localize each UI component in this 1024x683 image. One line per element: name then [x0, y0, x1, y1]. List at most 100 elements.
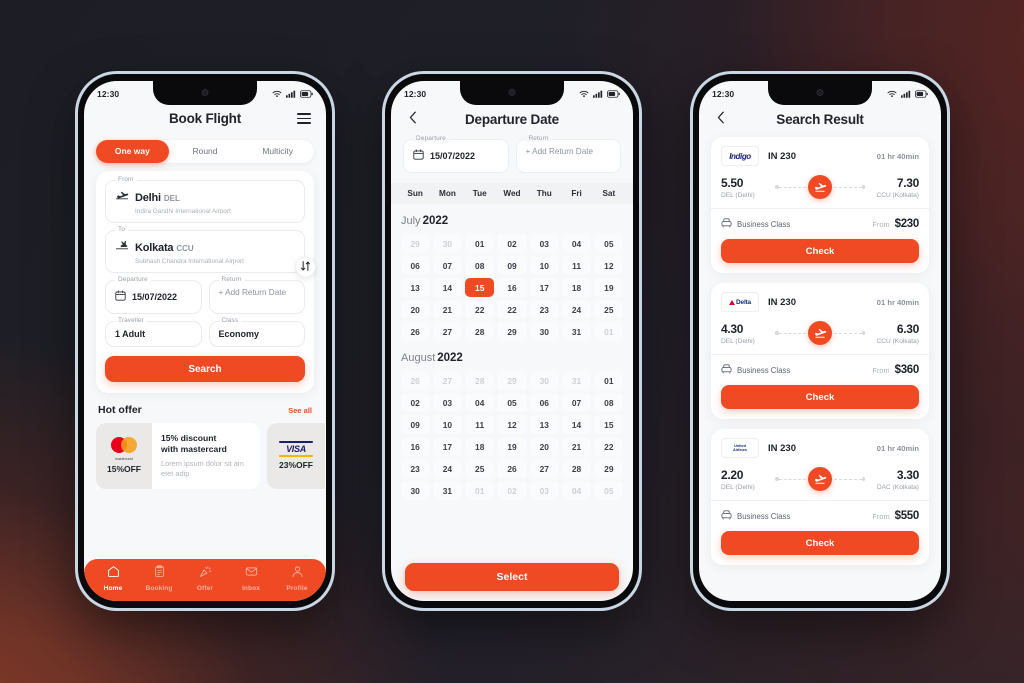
calendar-day[interactable]: 17 [529, 278, 559, 297]
calendar-day[interactable]: 29 [497, 371, 527, 390]
calendar-day[interactable]: 10 [529, 256, 559, 275]
calendar-day[interactable]: 26 [400, 371, 430, 390]
calendar-day[interactable]: 12 [497, 415, 527, 434]
calendar-day[interactable]: 30 [432, 234, 463, 253]
calendar-day[interactable]: 03 [529, 234, 559, 253]
calendar-day[interactable]: 05 [497, 393, 527, 412]
calendar-day[interactable]: 30 [529, 322, 559, 341]
calendar-day[interactable]: 07 [561, 393, 592, 412]
hamburger-icon[interactable] [297, 113, 311, 124]
tab-offer[interactable]: Offer [182, 565, 228, 592]
calendar-day[interactable]: 26 [400, 322, 430, 341]
chevron-left-icon[interactable] [717, 111, 725, 127]
calendar-day[interactable]: 11 [465, 415, 495, 434]
calendar-day[interactable]: 09 [400, 415, 430, 434]
calendar-day[interactable]: 05 [594, 234, 624, 253]
traveller-field[interactable]: Traveller 1 Adult [105, 317, 202, 347]
calendar-day[interactable]: 31 [561, 371, 592, 390]
tab-multicity[interactable]: Multicity [241, 140, 314, 163]
calendar-day[interactable]: 02 [497, 234, 527, 253]
calendar-day[interactable]: 30 [529, 371, 559, 390]
calendar-day[interactable]: 28 [465, 322, 495, 341]
results-list[interactable]: Indigo IN 230 01 hr 40min 5.50 DEL (Delhi) 7.… [699, 135, 941, 565]
see-all-link[interactable]: See all [288, 406, 312, 415]
calendar-day[interactable]: 06 [400, 256, 430, 275]
calendar-day[interactable]: 14 [432, 278, 463, 297]
calendar-day[interactable]: 31 [432, 481, 463, 500]
calendar-day[interactable]: 30 [400, 481, 430, 500]
offer-carousel[interactable]: mastercard 15%OFF 15% discount with mast… [84, 416, 326, 489]
calendar-day[interactable]: 02 [400, 393, 430, 412]
calendar-day[interactable]: 11 [561, 256, 592, 275]
calendar-day[interactable]: 05 [594, 481, 624, 500]
tab-one-way[interactable]: One way [96, 140, 169, 163]
class-field[interactable]: Class Economy [208, 317, 305, 347]
calendar-day[interactable]: 07 [432, 256, 463, 275]
calendar-day[interactable]: 27 [432, 371, 463, 390]
calendar-day[interactable]: 03 [529, 481, 559, 500]
calendar-day[interactable]: 21 [561, 437, 592, 456]
check-button[interactable]: Check [721, 531, 919, 555]
calendar-day[interactable]: 23 [529, 300, 559, 319]
calendar-scroll[interactable]: July 2022 29 30 01 02 03 04 05 06 07 08 09 10 11 12 13 14… [391, 204, 633, 500]
calendar-day[interactable]: 12 [594, 256, 624, 275]
tab-booking[interactable]: Booking [136, 564, 182, 592]
calendar-day[interactable]: 26 [497, 459, 527, 478]
calendar-day[interactable]: 29 [400, 234, 430, 253]
flight-result-card[interactable]: Delta IN 230 01 hr 40min 4.30 DEL (Delhi) 6.3… [711, 283, 929, 419]
calendar-day[interactable]: 29 [497, 322, 527, 341]
tab-home[interactable]: Home [90, 565, 136, 592]
search-button[interactable]: Search [105, 356, 305, 382]
back-button[interactable] [713, 111, 729, 127]
calendar-day[interactable]: 20 [529, 437, 559, 456]
calendar-day[interactable]: 19 [497, 437, 527, 456]
calendar-day[interactable]: 27 [432, 322, 463, 341]
offer-card-mastercard[interactable]: mastercard 15%OFF 15% discount with mast… [96, 423, 260, 489]
calendar-day[interactable]: 09 [497, 256, 527, 275]
calendar-day[interactable]: 18 [465, 437, 495, 456]
departure-field[interactable]: Departure 15/07/2022 [403, 135, 509, 173]
flight-result-card[interactable]: United Airlines IN 230 01 hr 40min 2.20 DEL (… [711, 429, 929, 565]
calendar-day-selected[interactable]: 15 [465, 278, 495, 297]
tab-round[interactable]: Round [169, 140, 242, 163]
calendar-day[interactable]: 16 [497, 278, 527, 297]
calendar-day[interactable]: 04 [561, 481, 592, 500]
check-button[interactable]: Check [721, 239, 919, 263]
calendar-day[interactable]: 17 [432, 437, 463, 456]
calendar-day[interactable]: 06 [529, 393, 559, 412]
swap-button[interactable] [295, 256, 316, 278]
check-button[interactable]: Check [721, 385, 919, 409]
calendar-day[interactable]: 16 [400, 437, 430, 456]
calendar-day[interactable]: 29 [594, 459, 624, 478]
calendar-day[interactable]: 22 [594, 437, 624, 456]
departure-field[interactable]: Departure 15/07/2022 [105, 276, 202, 314]
calendar-day[interactable]: 01 [594, 322, 624, 341]
flight-result-card[interactable]: Indigo IN 230 01 hr 40min 5.50 DEL (Delhi) 7.… [711, 137, 929, 273]
calendar-day[interactable]: 22 [465, 300, 495, 319]
calendar-day[interactable]: 25 [465, 459, 495, 478]
calendar-day[interactable]: 01 [594, 371, 624, 390]
calendar-day[interactable]: 21 [432, 300, 463, 319]
calendar-day[interactable]: 31 [561, 322, 592, 341]
calendar-day[interactable]: 02 [497, 481, 527, 500]
calendar-day[interactable]: 22 [497, 300, 527, 319]
chevron-left-icon[interactable] [409, 111, 417, 127]
calendar-day[interactable]: 23 [400, 459, 430, 478]
calendar-day[interactable]: 27 [529, 459, 559, 478]
calendar-day[interactable]: 19 [594, 278, 624, 297]
calendar-day[interactable]: 08 [465, 256, 495, 275]
tab-profile[interactable]: Profile [274, 565, 320, 592]
back-button[interactable] [405, 111, 421, 127]
calendar-day[interactable]: 20 [400, 300, 430, 319]
calendar-day[interactable]: 01 [465, 481, 495, 500]
calendar-day[interactable]: 24 [432, 459, 463, 478]
calendar-day[interactable]: 13 [400, 278, 430, 297]
calendar-day[interactable]: 14 [561, 415, 592, 434]
offer-card-visa[interactable]: VISA 23%OFF [267, 423, 326, 489]
calendar-day[interactable]: 15 [594, 415, 624, 434]
calendar-day[interactable]: 04 [465, 393, 495, 412]
calendar-day[interactable]: 25 [594, 300, 624, 319]
calendar-day[interactable]: 04 [561, 234, 592, 253]
to-field[interactable]: To Kolkata CCU Subhash Chandra Internatio… [105, 226, 305, 273]
calendar-day[interactable]: 08 [594, 393, 624, 412]
